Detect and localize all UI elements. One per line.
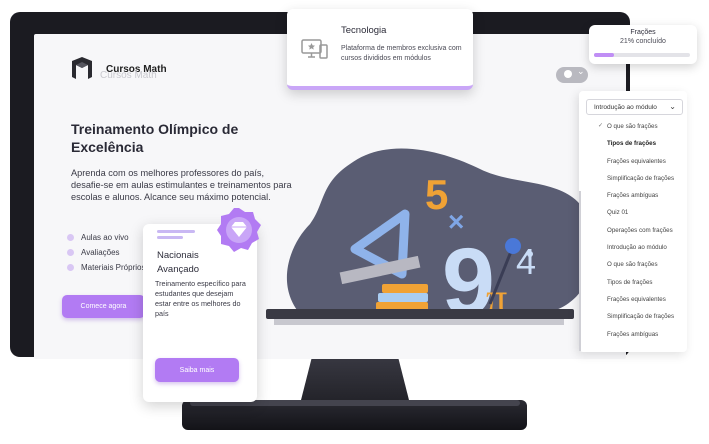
- lesson-item[interactable]: Frações ambíguas: [579, 187, 687, 204]
- feature-list: Aulas ao vivo Avaliações Materiais Própr…: [67, 230, 145, 275]
- learn-more-button[interactable]: Saiba mais: [155, 358, 239, 382]
- chevron-down-icon: ⌄: [669, 102, 676, 111]
- feature-item: Avaliações: [67, 245, 145, 260]
- lesson-item[interactable]: Tipos de frações: [579, 274, 687, 291]
- bullet-icon: [67, 234, 74, 241]
- feature-item: Aulas ao vivo: [67, 230, 145, 245]
- lesson-list: O que são frações Tipos de frações Fraçõ…: [579, 118, 687, 343]
- lesson-item[interactable]: Introdução ao módulo: [579, 239, 687, 256]
- digit-five: 5: [425, 171, 448, 218]
- math-illustration: 5 × 9 π 4: [286, 148, 594, 334]
- monitor-star-icon: [301, 39, 328, 59]
- diamond-badge-icon: [217, 208, 261, 252]
- national-card-description: Treinamento específico para estudantes q…: [155, 279, 246, 318]
- progress-fill: [594, 53, 615, 57]
- lesson-item[interactable]: Tipos de frações: [579, 135, 687, 152]
- lesson-sidebar: Introdução ao módulo ⌄ O que são frações…: [579, 91, 687, 352]
- feature-label: Avaliações: [81, 248, 120, 257]
- shelf: [266, 309, 574, 319]
- stage: Cursos Math Cursos Math Treinamento Olím…: [0, 0, 709, 444]
- lesson-item[interactable]: Frações equivalentes: [579, 153, 687, 170]
- feature-label: Aulas ao vivo: [81, 233, 129, 242]
- bullet-icon: [67, 264, 74, 271]
- hero-description: Aprenda com os melhores professores do p…: [71, 168, 292, 202]
- bullet-icon: [67, 249, 74, 256]
- decorative-lines: [157, 230, 195, 242]
- lesson-item[interactable]: Simplificação de frações: [579, 308, 687, 325]
- hero-title: Treinamento Olímpico de Excelência: [71, 121, 239, 155]
- user-menu-button[interactable]: [556, 66, 588, 83]
- module-select-value: Introdução ao módulo: [594, 104, 657, 111]
- monitor-stand-neck: [300, 352, 410, 404]
- module-select[interactable]: Introdução ao módulo ⌄: [586, 99, 683, 115]
- title-line-2: Avançado: [157, 264, 200, 275]
- brand-name-shadow: Cursos Math: [100, 70, 157, 81]
- lesson-item[interactable]: Frações ambíguas: [579, 326, 687, 343]
- progress-title: Frações: [630, 29, 656, 36]
- lesson-item[interactable]: Simplificação de frações: [579, 170, 687, 187]
- lesson-item[interactable]: O que são frações: [579, 256, 687, 273]
- national-card-title: Nacionais Avançado: [157, 249, 199, 277]
- technology-title: Tecnologia: [341, 25, 387, 36]
- book-icon: [382, 284, 428, 293]
- title-line-1: Nacionais: [157, 250, 199, 261]
- progress-percent: 21% concluído: [620, 38, 666, 45]
- lesson-item[interactable]: Operações com frações: [579, 222, 687, 239]
- feature-item: Materiais Próprios: [67, 260, 145, 275]
- progress-bar: [594, 53, 690, 57]
- lesson-item[interactable]: O que são frações: [579, 118, 687, 136]
- shelf-shadow: [274, 319, 564, 325]
- logo-icon: [72, 57, 92, 79]
- technology-card: Tecnologia Plataforma de membros exclusi…: [287, 9, 473, 90]
- course-progress-card[interactable]: Frações 21% concluído: [589, 25, 697, 64]
- lesson-item[interactable]: Frações equivalentes: [579, 291, 687, 308]
- start-now-button[interactable]: Comece agora: [62, 295, 145, 318]
- technology-description: Plataforma de membros exclusiva com curs…: [341, 45, 462, 62]
- lesson-item[interactable]: Quiz 01: [579, 204, 687, 221]
- feature-label: Materiais Próprios: [81, 263, 146, 272]
- book-icon: [378, 293, 428, 302]
